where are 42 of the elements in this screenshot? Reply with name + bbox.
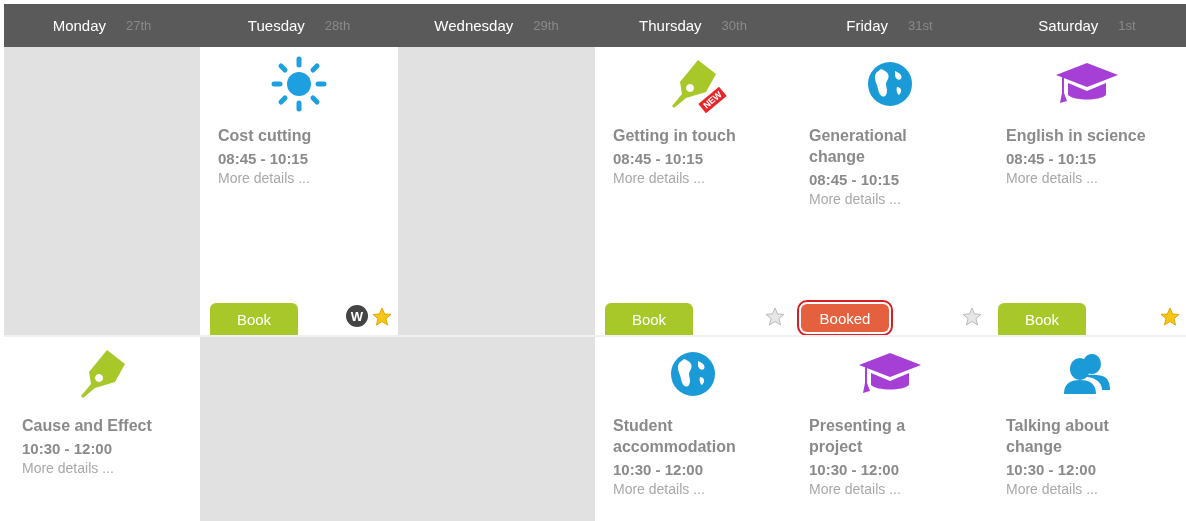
star-icon[interactable] — [1160, 307, 1180, 327]
session-time: 08:45 - 10:15 — [1006, 150, 1098, 168]
book-button[interactable]: Book — [605, 303, 693, 335]
day-name: Saturday — [1038, 17, 1099, 34]
session-time: 10:30 - 12:00 — [613, 461, 705, 479]
more-details-link[interactable]: More details ... — [809, 189, 970, 209]
session-title: Cost cutting — [218, 126, 313, 146]
session-time: 08:45 - 10:15 — [809, 171, 901, 189]
globe-icon — [670, 351, 716, 397]
session-time: 08:45 - 10:15 — [218, 150, 310, 168]
more-details-link[interactable]: More details ... — [1006, 479, 1168, 499]
session-title: English in science — [1006, 126, 1147, 146]
more-details-link[interactable]: More details ... — [613, 168, 773, 188]
more-details-link[interactable]: More details ... — [22, 458, 182, 478]
day-name: Friday — [846, 17, 889, 34]
session-title: Talking about change — [1006, 416, 1110, 457]
session-time: 10:30 - 12:00 — [1006, 461, 1098, 479]
badge-icon: W — [346, 305, 368, 327]
more-details-link[interactable]: More details ... — [1006, 168, 1168, 188]
more-details-link[interactable]: More details ... — [218, 168, 380, 188]
star-icon[interactable] — [962, 307, 982, 327]
session-title: Student accommodation — [613, 416, 737, 457]
day-name: Wednesday — [434, 17, 514, 34]
session-time: 10:30 - 12:00 — [22, 440, 114, 458]
session-title: Generational change — [809, 126, 908, 167]
session-title: Getting in touch — [613, 126, 737, 146]
people-icon — [1062, 352, 1112, 396]
more-details-link[interactable]: More details ... — [613, 479, 773, 499]
session-time: 10:30 - 12:00 — [809, 461, 901, 479]
star-icon[interactable] — [765, 307, 785, 327]
day-name: Monday — [52, 17, 107, 34]
sun-icon — [271, 56, 327, 112]
globe-icon — [866, 61, 913, 107]
session-title: Cause and Effect — [22, 416, 153, 436]
day-name: Tuesday — [247, 17, 305, 34]
more-details-link[interactable]: More details ... — [809, 479, 970, 499]
session-time: 08:45 - 10:15 — [613, 150, 705, 168]
day-name: Thursday — [639, 17, 702, 34]
book-button[interactable]: Book — [210, 303, 298, 335]
star-icon[interactable] — [372, 307, 392, 327]
session-title: Presenting a project — [809, 416, 907, 457]
book-button[interactable]: Book — [998, 303, 1086, 335]
